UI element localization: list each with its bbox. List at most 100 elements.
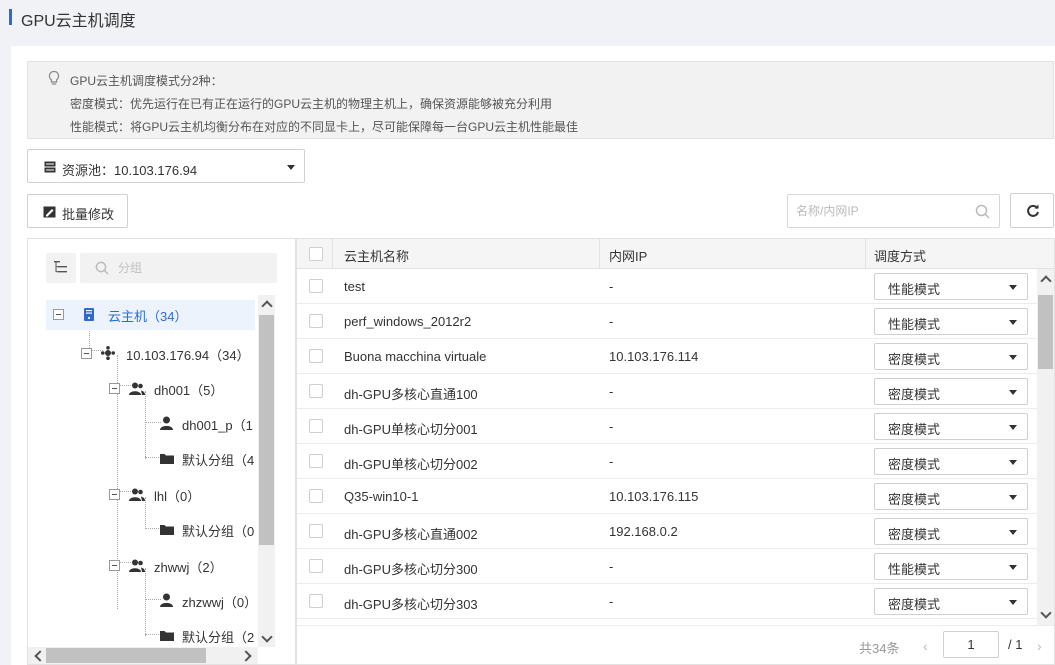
row-checkbox[interactable] [309,594,323,608]
page-title: GPU云主机调度 [21,13,136,30]
vm-name: perf_windows_2012r2 [344,314,472,329]
schedule-mode-value: 密度模式 [888,457,941,472]
vm-name: dh-GPU单核心切分002 [344,457,478,472]
scroll-up-icon[interactable] [1040,275,1052,287]
next-page-button[interactable]: › [1037,638,1042,654]
tree-node-label: lhl（0） [154,489,201,504]
tree-horizontal-scrollbar[interactable] [28,647,258,664]
tree-node-label: dh001_p（1 [182,418,253,433]
schedule-mode-select[interactable]: 密度模式 [874,483,1028,510]
main-panel: GPU云主机调度模式分2种： 密度模式：优先运行在已有正在运行的GPU云主机的物… [11,46,1055,665]
chevron-down-icon [1009,460,1017,465]
tree-toggle-button[interactable] [46,253,76,283]
tree-node-user[interactable]: dh001_p（1 [158,409,255,439]
page-number-input[interactable]: 1 [943,631,999,658]
scroll-left-icon[interactable] [34,650,46,662]
row-checkbox[interactable] [309,384,323,398]
schedule-mode-select[interactable]: 性能模式 [874,308,1028,335]
batch-edit-button[interactable]: 批量修改 [27,194,128,228]
tree-node-label: zhzwwj（0） [182,595,258,610]
tree-vertical-scrollbar[interactable] [258,295,275,647]
server-icon [44,161,56,173]
refresh-button[interactable] [1010,193,1054,228]
vm-ip: - [609,279,614,294]
scrollbar-thumb[interactable] [259,315,274,545]
tree-node-user-zhwwj[interactable]: zhwwj（2） [102,551,255,581]
schedule-mode-select[interactable]: 密度模式 [874,413,1028,440]
collapse-toggle[interactable] [53,309,64,320]
row-checkbox[interactable] [309,419,323,433]
tree-node-group[interactable]: 默认分组（4 [158,444,255,474]
group-search-input[interactable] [118,259,268,277]
chevron-down-icon [1009,530,1017,535]
tree-node-user[interactable]: zhzwwj（0） [158,586,258,616]
table-row: perf_windows_2012r2 - 性能模式 [297,304,1037,339]
user-icon [160,593,173,607]
row-checkbox[interactable] [309,489,323,503]
scroll-right-icon[interactable] [240,650,252,662]
chevron-down-icon [1009,600,1017,605]
row-checkbox[interactable] [309,559,323,573]
schedule-mode-value: 密度模式 [888,422,941,437]
tree-node-label: 默认分组（0 [182,524,255,539]
pagination: 共34条 ‹ 1 / 1 › [297,625,1054,664]
column-header-mode[interactable]: 调度方式 [874,246,926,265]
schedule-mode-select[interactable]: 密度模式 [874,588,1028,615]
schedule-mode-select[interactable]: 性能模式 [874,273,1028,300]
vm-ip: - [609,314,614,329]
scrollbar-thumb[interactable] [46,648,206,663]
tree-node-pool[interactable]: 10.103.176.94（34） [74,339,255,369]
select-all-checkbox[interactable] [309,247,323,261]
tree-node-label: zhwwj（2） [154,560,223,575]
collapse-toggle[interactable] [109,383,120,394]
schedule-mode-select[interactable]: 性能模式 [874,553,1028,580]
vm-name: dh-GPU单核心切分001 [344,422,478,437]
tree-node-vm-root[interactable]: 云主机（34） [46,300,255,330]
vm-name: dh-GPU多核心切分300 [344,562,478,577]
row-checkbox[interactable] [309,454,323,468]
row-checkbox[interactable] [309,524,323,538]
schedule-mode-select[interactable]: 密度模式 [874,378,1028,405]
title-accent-bar [9,9,12,25]
chevron-down-icon [1009,425,1017,430]
schedule-mode-select[interactable]: 密度模式 [874,343,1028,370]
tree-node-group[interactable]: 默认分组（0 [158,515,255,545]
vm-ip: - [609,384,614,399]
scroll-up-icon[interactable] [261,300,273,312]
prev-page-button[interactable]: ‹ [923,638,928,654]
tree-structure-icon [54,261,67,273]
search-icon[interactable] [975,204,990,219]
table-row: Buona macchina virtuale 10.103.176.114 密… [297,339,1037,374]
scrollbar-thumb[interactable] [1038,295,1053,369]
chevron-down-icon [287,165,295,170]
row-checkbox[interactable] [309,279,323,293]
table-row: dh-GPU单核心切分001 - 密度模式 [297,409,1037,444]
row-checkbox[interactable] [309,314,323,328]
user-group-icon [129,382,145,395]
column-divider [865,239,866,269]
vm-search-input[interactable] [796,202,966,220]
tree-node-user-lhl[interactable]: lhl（0） [102,480,255,510]
collapse-toggle[interactable] [109,560,120,571]
table-vertical-scrollbar[interactable] [1037,269,1054,625]
column-divider [599,239,600,269]
vm-name: dh-GPU多核心切分303 [344,597,478,612]
chevron-down-icon [1009,285,1017,290]
row-checkbox[interactable] [309,349,323,363]
column-header-ip[interactable]: 内网IP [609,246,647,265]
column-header-name[interactable]: 云主机名称 [344,246,409,265]
scroll-down-icon[interactable] [261,631,273,643]
collapse-toggle[interactable] [81,348,92,359]
vm-search-box [787,194,1000,228]
current-page: 1 [967,637,975,652]
group-search-box [80,253,277,283]
collapse-toggle[interactable] [109,489,120,500]
hint-line-density: 密度模式：优先运行在已有正在运行的GPU云主机的物理主机上，确保资源能够被充分利… [70,97,553,111]
tree-node-label: 10.103.176.94（34） [126,348,250,363]
tree-node-user-dh001[interactable]: dh001（5） [102,374,255,404]
resource-pool-select[interactable]: 资源池：10.103.176.94 [27,149,305,183]
schedule-mode-select[interactable]: 密度模式 [874,518,1028,545]
schedule-mode-value: 密度模式 [888,387,941,402]
schedule-mode-select[interactable]: 密度模式 [874,448,1028,475]
scroll-down-icon[interactable] [1040,607,1052,619]
